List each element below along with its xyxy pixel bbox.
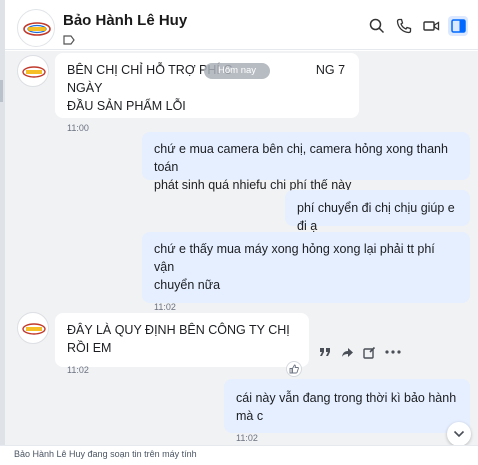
like-icon <box>289 364 299 374</box>
message-text: chứ e mua camera bên chị, camera hỏng xo… <box>154 142 448 174</box>
phone-icon <box>396 18 412 34</box>
call-button[interactable] <box>394 16 414 36</box>
typing-status: Bảo Hành Lê Huy đang soạn tin trên máy t… <box>14 449 197 459</box>
outgoing-message[interactable]: phí chuyển đi chị chịu giúp e đi ạ <box>285 190 470 233</box>
message-text: cái này vẫn đang trong thời kì bảo hành … <box>236 391 457 423</box>
date-divider: Hôm nay <box>204 63 271 79</box>
incoming-message[interactable]: BÊN CHỊ CHỈ HỖ TRỢ PHÍ C NG 7 NGÀY ĐẦU S… <box>55 53 359 133</box>
message-list[interactable]: BÊN CHỊ CHỈ HỖ TRỢ PHÍ C NG 7 NGÀY ĐẦU S… <box>5 51 478 445</box>
message-actions <box>317 344 407 362</box>
edit-button[interactable] <box>361 344 377 360</box>
chevron-down-icon <box>453 430 465 438</box>
chat-header: Bảo Hành Lê Huy <box>5 0 478 50</box>
message-text: chứ e thấy mua máy xong hỏng xong lại ph… <box>154 242 435 274</box>
outgoing-message[interactable]: cái này vẫn đang trong thời kì bảo hành … <box>224 379 470 443</box>
outgoing-message[interactable]: chứ e thấy mua máy xong hỏng xong lại ph… <box>142 232 470 312</box>
typing-indicator-bar: Bảo Hành Lê Huy đang soạn tin trên máy t… <box>0 445 478 465</box>
chat-title[interactable]: Bảo Hành Lê Huy <box>63 12 187 29</box>
sidebar-toggle-icon <box>450 19 466 33</box>
video-icon <box>422 21 439 31</box>
message-text-line2: chuyển nữa <box>154 278 221 292</box>
like-reaction-button[interactable] <box>286 361 302 377</box>
sidebar-toggle-button[interactable] <box>448 16 468 36</box>
typing-dots <box>203 455 218 465</box>
more-icon <box>385 350 401 354</box>
reply-button[interactable] <box>317 344 333 360</box>
message-time: 11:02 <box>67 365 89 375</box>
forward-button[interactable] <box>339 344 355 360</box>
more-button[interactable] <box>383 344 403 360</box>
outgoing-message[interactable]: chứ e mua camera bên chị, camera hỏng xo… <box>142 132 470 192</box>
scroll-to-bottom-button[interactable] <box>447 422 471 445</box>
search-icon <box>369 18 385 34</box>
left-panel-scroll-nub[interactable] <box>0 80 3 102</box>
video-call-button[interactable] <box>421 16 441 36</box>
message-time: 11:02 <box>154 302 176 312</box>
incoming-message[interactable]: ĐÂY LÀ QUY ĐỊNH BÊN CÔNG TY CHỊ RỒI EM 1… <box>55 313 309 375</box>
sender-avatar[interactable] <box>17 312 49 344</box>
message-time: 11:02 <box>236 433 258 443</box>
sender-avatar[interactable] <box>17 55 49 87</box>
edit-icon <box>362 346 375 359</box>
message-text-line2: ĐẦU SẢN PHẨM LỖI <box>67 99 186 113</box>
contact-avatar[interactable] <box>17 9 55 47</box>
quote-icon <box>320 348 330 356</box>
search-button[interactable] <box>367 16 387 36</box>
message-text: phí chuyển đi chị chịu giúp e đi ạ <box>297 201 455 233</box>
tag-icon[interactable] <box>63 32 75 45</box>
forward-icon <box>341 347 353 357</box>
message-text: ĐÂY LÀ QUY ĐỊNH BÊN CÔNG TY CHỊ RỒI EM <box>67 323 290 355</box>
